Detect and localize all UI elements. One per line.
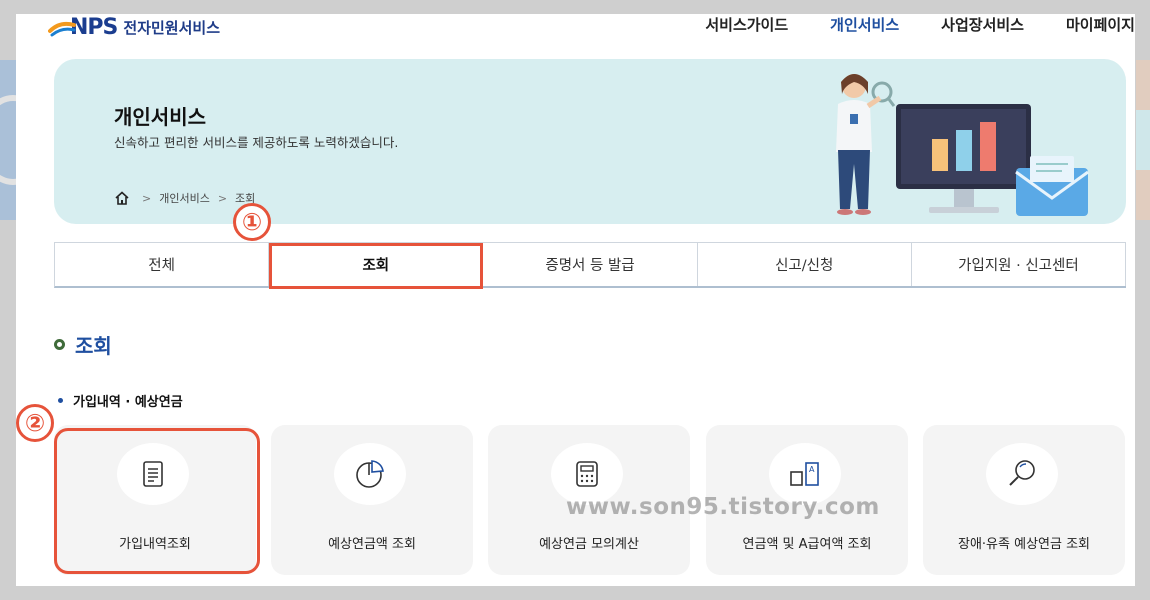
breadcrumb: > 개인서비스 > 조회	[114, 190, 255, 206]
watermark: www.son95.tistory.com	[566, 494, 880, 520]
section-bullet-icon	[54, 339, 65, 350]
breadcrumb-item[interactable]: 개인서비스	[159, 190, 210, 206]
page-banner: 개인서비스 신속하고 편리한 서비스를 제공하도록 노력하겠습니다. > 개인서…	[54, 59, 1126, 224]
nav-business-service[interactable]: 사업장서비스	[941, 14, 1024, 36]
bullet-icon	[58, 398, 63, 403]
icon-holder	[334, 443, 406, 505]
nav-personal-service[interactable]: 개인서비스	[830, 14, 899, 36]
subsection-heading: 가입내역 · 예상연금	[58, 391, 183, 410]
page: NPS 전자민원서비스 서비스가이드 개인서비스 사업장서비스 마이페이지 개인…	[16, 14, 1135, 586]
tab-certificate[interactable]: 증명서 등 발급	[483, 243, 698, 286]
card-label: 예상연금액 조회	[328, 537, 416, 552]
tab-support-center[interactable]: 가입지원 · 신고센터	[912, 243, 1127, 286]
card-disability-survivor-pension[interactable]: 장애·유족 예상연금 조회	[923, 425, 1125, 575]
calculator-icon	[576, 461, 598, 487]
nav-my-page[interactable]: 마이페이지	[1066, 14, 1135, 36]
main-nav: 서비스가이드 개인서비스 사업장서비스 마이페이지	[663, 14, 1135, 36]
tab-report-apply[interactable]: 신고/신청	[698, 243, 912, 286]
highlight-box-card	[54, 428, 260, 574]
nav-service-guide[interactable]: 서비스가이드	[705, 14, 788, 36]
breadcrumb-separator: >	[217, 191, 228, 205]
step-2-badge: ②	[16, 404, 54, 442]
step-1-badge: ①	[233, 203, 271, 241]
nps-logo[interactable]: NPS 전자민원서비스	[48, 14, 220, 44]
category-tabs: 전체 조회 증명서 등 발급 신고/신청 가입지원 · 신고센터	[54, 242, 1127, 288]
logo-swoosh-icon	[48, 21, 76, 37]
home-icon[interactable]	[114, 190, 130, 206]
highlight-box-tab	[269, 243, 483, 289]
card-label: 연금액 및 A급여액 조회	[742, 537, 872, 552]
page-title: 개인서비스	[114, 105, 206, 129]
section-heading: 조회	[54, 330, 112, 359]
icon-holder	[986, 443, 1058, 505]
logo-text: NPS	[70, 14, 118, 40]
card-expected-pension[interactable]: 예상연금액 조회	[271, 425, 473, 575]
background-decoration	[1136, 110, 1150, 170]
card-label: 예상연금 모의계산	[539, 537, 639, 552]
section-title: 조회	[75, 334, 112, 358]
svg-text:A: A	[809, 465, 815, 474]
page-subtitle: 신속하고 편리한 서비스를 제공하도록 노력하겠습니다.	[114, 135, 399, 150]
card-label: 장애·유족 예상연금 조회	[958, 537, 1090, 552]
magnifier-icon	[1009, 460, 1035, 486]
compare-icon: A	[790, 462, 819, 486]
subsection-title: 가입내역 · 예상연금	[73, 395, 183, 410]
service-title: 전자민원서비스	[123, 18, 220, 37]
breadcrumb-separator: >	[142, 191, 152, 205]
pie-chart-icon	[356, 460, 384, 488]
site-header: NPS 전자민원서비스 서비스가이드 개인서비스 사업장서비스 마이페이지	[16, 14, 1135, 54]
banner-illustration	[836, 74, 1089, 216]
tab-all[interactable]: 전체	[55, 243, 270, 286]
